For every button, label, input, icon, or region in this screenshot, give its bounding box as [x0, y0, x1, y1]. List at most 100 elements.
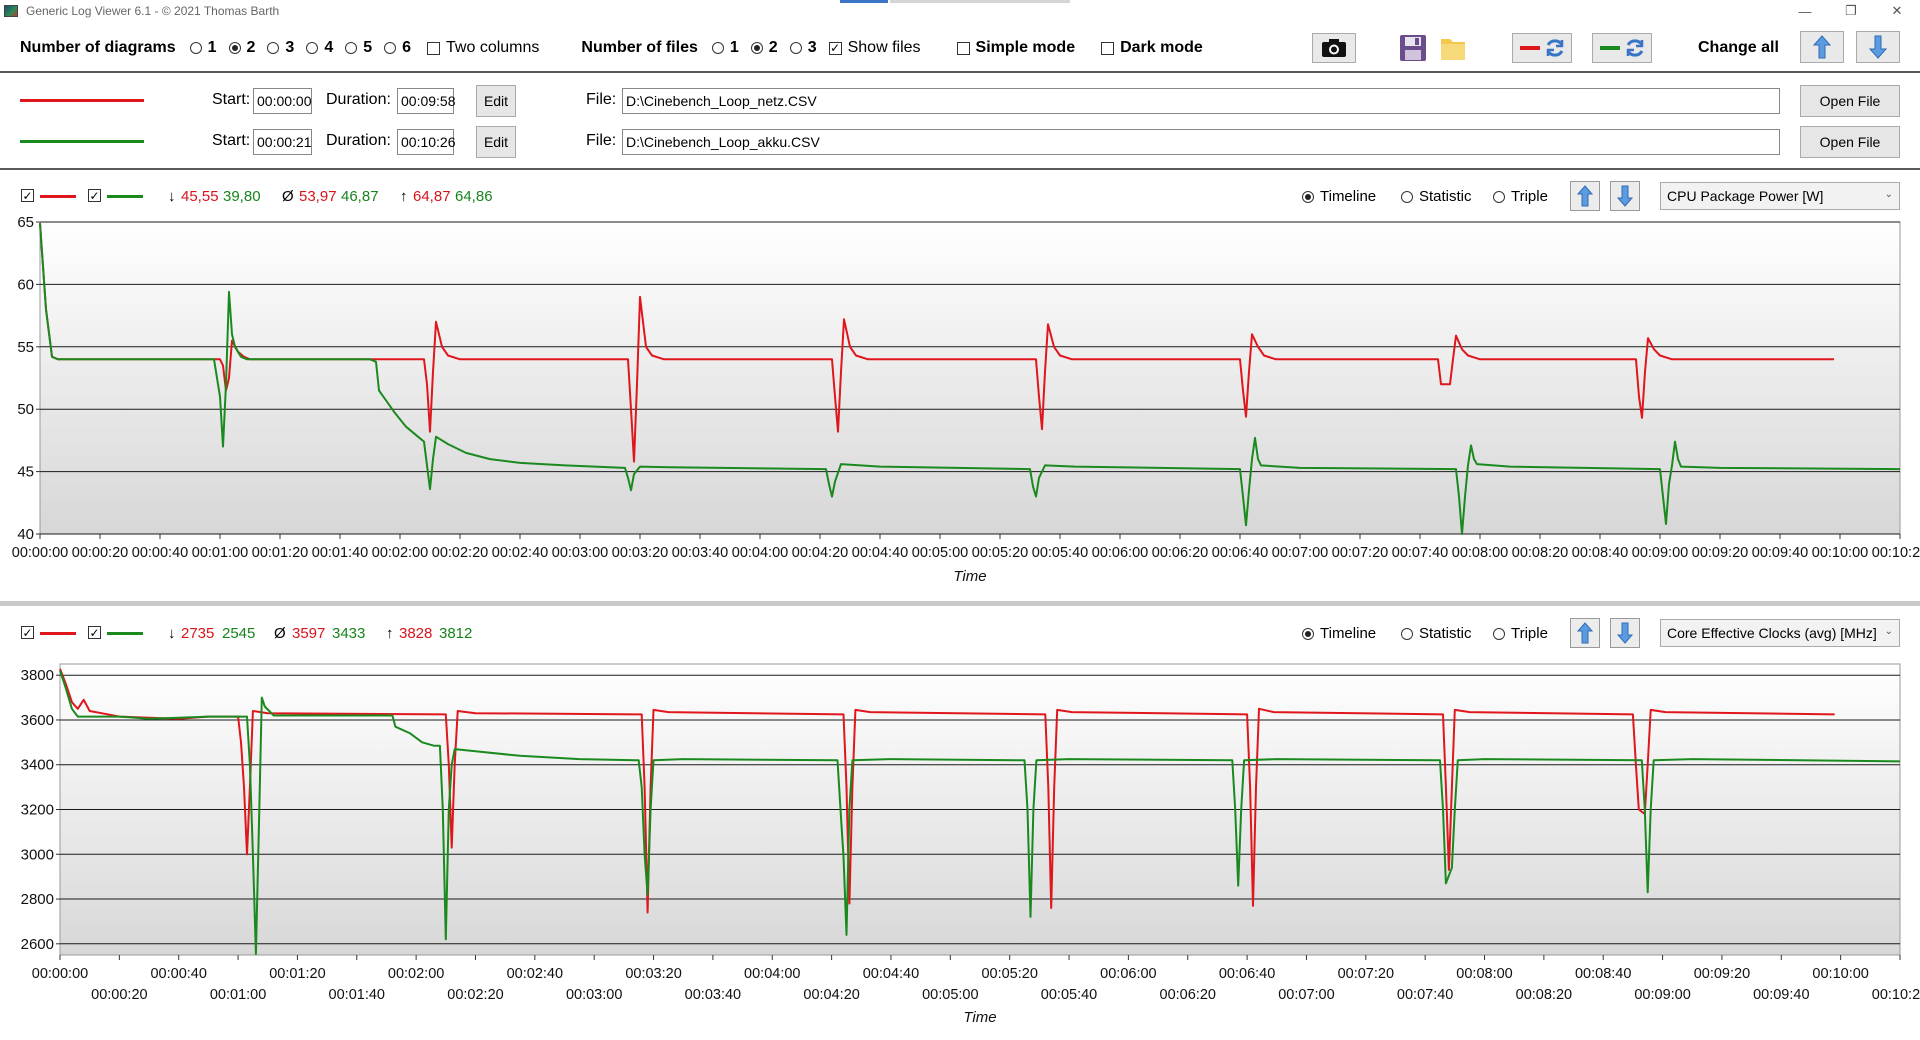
open-folder-button[interactable]: [1438, 33, 1468, 63]
swap-green-button[interactable]: [1592, 33, 1652, 63]
y-tick-label: 2600: [21, 936, 54, 953]
mode-timeline-circle[interactable]: [1302, 190, 1314, 203]
restore-button[interactable]: ❐: [1828, 0, 1874, 22]
screenshot-button[interactable]: [1312, 33, 1356, 63]
plot-area: [39, 221, 1901, 535]
mode-triple-circle[interactable]: [1493, 190, 1505, 203]
swap-red-button[interactable]: [1512, 33, 1572, 63]
y-tick-label: 65: [17, 214, 34, 231]
x-tick-label: 00:04:40: [852, 545, 908, 561]
dark-mode-checkbox[interactable]: Dark mode: [1101, 39, 1203, 57]
y-tick-label: 40: [17, 526, 34, 543]
duration-field[interactable]: 00:09:58: [397, 88, 456, 114]
chart-move-down-button[interactable]: [1610, 618, 1640, 648]
diagram-radio-circle[interactable]: [267, 42, 280, 54]
two-columns-checkbox[interactable]: Two columns: [427, 39, 539, 57]
avg-symbol: Ø: [274, 625, 286, 642]
dark-mode-box[interactable]: [1101, 41, 1115, 55]
file-radio-circle[interactable]: [789, 42, 802, 54]
diagram-radio-1[interactable]: 1: [189, 39, 217, 57]
edit-button[interactable]: Edit: [476, 126, 516, 158]
mode-timeline-circle[interactable]: [1302, 627, 1314, 640]
two-columns-box[interactable]: [427, 41, 441, 55]
show-green-series-checkbox[interactable]: ✓: [88, 626, 101, 639]
start-label: Start:: [212, 91, 251, 108]
show-files-checkbox[interactable]: ✓ Show files: [828, 39, 921, 57]
file-radio-circle[interactable]: [711, 42, 724, 54]
save-button[interactable]: [1398, 33, 1428, 63]
x-tick-label: 00:10:00: [1812, 545, 1868, 561]
x-tick-label: 00:02:40: [492, 545, 548, 561]
diagram-radio-circle[interactable]: [345, 42, 358, 54]
mode-timeline-radio[interactable]: Timeline: [1302, 188, 1376, 205]
y-tick-label: 3200: [21, 802, 54, 819]
y-tick-label: 55: [17, 339, 34, 356]
show-green-series-checkbox[interactable]: ✓: [88, 189, 101, 202]
mode-triple-radio[interactable]: Triple: [1493, 188, 1548, 205]
x-tick-label: 00:08:40: [1572, 545, 1628, 561]
max-symbol: ↑: [400, 188, 408, 205]
file-path-field[interactable]: D:\Cinebench_Loop_netz.CSV: [622, 88, 1780, 114]
x-tick-label: 00:07:20: [1332, 545, 1388, 561]
diagram-radio-circle[interactable]: [228, 42, 241, 54]
chart-move-up-button[interactable]: [1570, 181, 1600, 211]
diagram-radio-3[interactable]: 3: [267, 39, 294, 57]
start-field[interactable]: 00:00:21: [253, 129, 312, 155]
file-row-2: Start: 00:00:21 Duration: 00:10:26 Edit File:…: [0, 122, 1920, 162]
x-tick-label: 00:09:40: [1753, 987, 1809, 1003]
min-red-value: 45,55: [181, 188, 219, 205]
simple-mode-checkbox[interactable]: Simple mode: [956, 39, 1075, 57]
file-radio-1[interactable]: 1: [711, 39, 739, 57]
show-files-box[interactable]: ✓: [828, 41, 842, 55]
x-tick-label: 00:10:00: [1812, 966, 1868, 982]
simple-mode-box[interactable]: [956, 41, 970, 55]
file-radio-3[interactable]: 3: [789, 39, 817, 57]
mode-statistic-radio[interactable]: Statistic: [1401, 188, 1472, 205]
show-red-series-checkbox[interactable]: ✓: [21, 626, 34, 639]
sensor-select[interactable]: CPU Package Power [W] ⌄: [1660, 182, 1900, 210]
edit-button[interactable]: Edit: [476, 85, 516, 117]
close-button[interactable]: ✕: [1874, 0, 1920, 22]
file-path-field[interactable]: D:\Cinebench_Loop_akku.CSV: [622, 129, 1780, 155]
diagram-radio-circle[interactable]: [306, 42, 319, 54]
mode-triple-label: Triple: [1511, 625, 1548, 642]
diagram-radio-6[interactable]: 6: [384, 39, 411, 57]
chart-move-down-button[interactable]: [1610, 181, 1640, 211]
minimize-button[interactable]: —: [1782, 0, 1828, 22]
mode-timeline-radio[interactable]: Timeline: [1302, 625, 1376, 642]
file-radio-circle[interactable]: [750, 42, 763, 54]
sensor-select[interactable]: Core Effective Clocks (avg) [MHz] ⌄: [1660, 619, 1900, 647]
mode-statistic-label: Statistic: [1419, 625, 1472, 642]
x-tick-label: 00:09:40: [1752, 545, 1808, 561]
open-file-button[interactable]: Open File: [1800, 85, 1900, 117]
mode-statistic-circle[interactable]: [1401, 627, 1413, 640]
mode-triple-radio[interactable]: Triple: [1493, 625, 1548, 642]
sensor-select-value: Core Effective Clocks (avg) [MHz]: [1667, 625, 1877, 641]
diagram-radio-circle[interactable]: [384, 42, 397, 54]
chart-splitter[interactable]: [0, 601, 1920, 606]
x-tick-label: 00:08:00: [1452, 545, 1508, 561]
x-tick-label: 00:00:20: [91, 987, 147, 1003]
diagram-radio-4[interactable]: 4: [306, 39, 333, 57]
x-tick-label: 00:05:40: [1041, 987, 1097, 1003]
chart-move-up-button[interactable]: [1570, 618, 1600, 648]
move-up-all-button[interactable]: [1800, 31, 1844, 63]
diagram-radio-5[interactable]: 5: [345, 39, 372, 57]
diagram-radio-2[interactable]: 2: [228, 39, 255, 57]
mode-statistic-radio[interactable]: Statistic: [1401, 625, 1472, 642]
open-file-button[interactable]: Open File: [1800, 126, 1900, 158]
file-radio-label: 2: [768, 39, 778, 56]
diagram-radio-circle[interactable]: [189, 42, 202, 54]
file-label: File:: [586, 132, 617, 149]
duration-field[interactable]: 00:10:26: [397, 129, 456, 155]
move-down-all-button[interactable]: [1856, 31, 1900, 63]
start-field[interactable]: 00:00:00: [253, 88, 312, 114]
floppy-disk-icon: [1400, 35, 1426, 61]
x-tick-label: 00:05:20: [972, 545, 1028, 561]
mode-triple-circle[interactable]: [1493, 627, 1505, 640]
sensor-select-value: CPU Package Power [W]: [1667, 188, 1824, 204]
file-radio-2[interactable]: 2: [750, 39, 778, 57]
mode-statistic-circle[interactable]: [1401, 190, 1413, 203]
show-red-series-checkbox[interactable]: ✓: [21, 189, 34, 202]
diagram-radio-label: 3: [285, 39, 295, 56]
